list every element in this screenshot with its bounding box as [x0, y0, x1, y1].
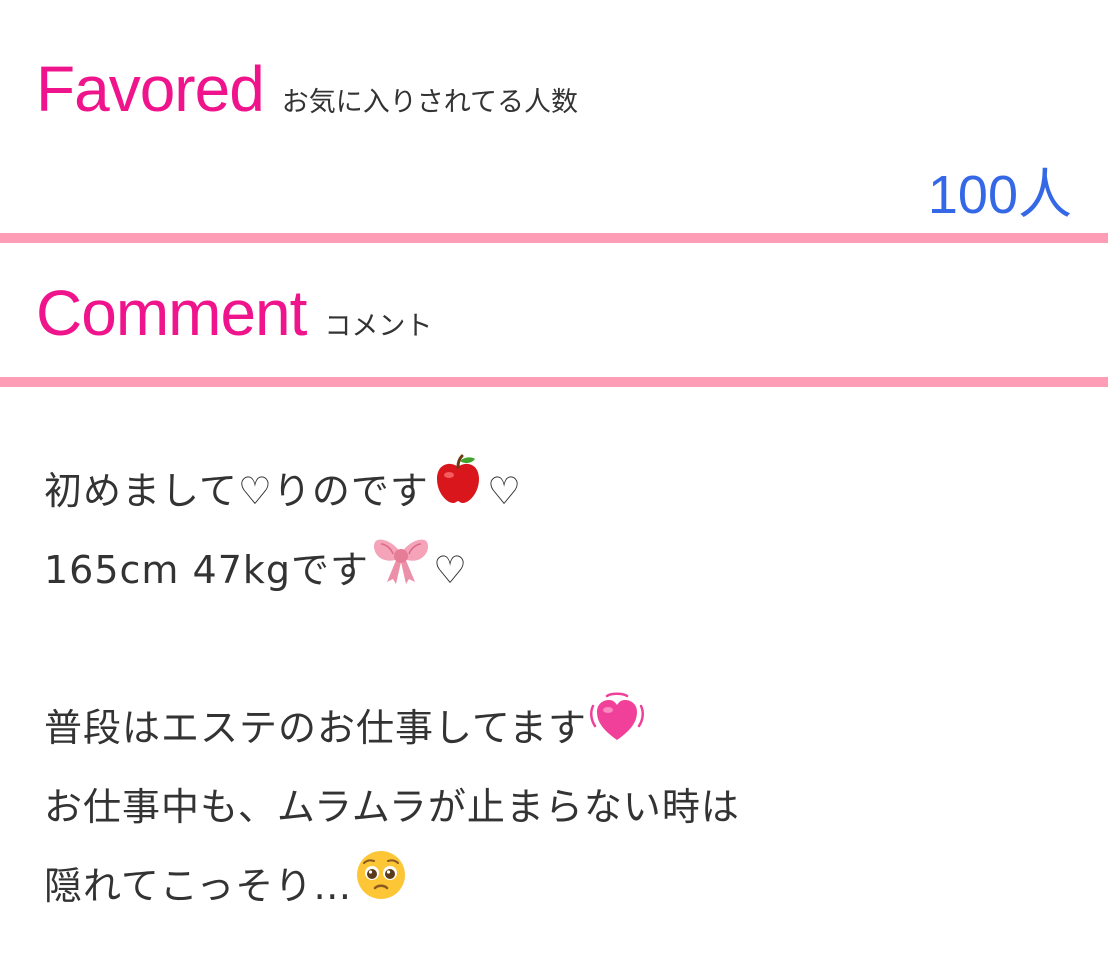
- comment-line-blank: [44, 610, 1064, 689]
- favored-subtitle: お気に入りされてる人数: [281, 87, 578, 118]
- favored-section-header: Favored お気に入りされてる人数: [36, 52, 578, 126]
- favored-count: 100人: [927, 165, 1072, 225]
- comment-line: 隠れてこっそり…: [44, 847, 1064, 926]
- comment-line: 初めまして♡りのです ♡: [44, 452, 1064, 531]
- section-divider: [0, 233, 1108, 243]
- heart-outline-text: ♡: [486, 469, 523, 513]
- profile-panel: Favored お気に入りされてる人数 100人 Comment コメント 初め…: [0, 0, 1108, 960]
- comment-line-text: 隠れてこっそり…: [44, 864, 353, 908]
- heart-outline-text: ♡: [433, 548, 469, 592]
- pleading-face-icon: [354, 848, 408, 929]
- comment-line: 165cm 47kgです ♡: [44, 531, 1064, 610]
- comment-subtitle: コメント: [324, 311, 433, 342]
- comment-body: 初めまして♡りのです ♡ 165cm 47kgです ♡ 普段はエステのお仕事して…: [44, 452, 1064, 926]
- apple-icon: [431, 453, 485, 534]
- comment-title: Comment: [36, 277, 307, 349]
- comment-line-text: 165cm 47kgです: [44, 548, 369, 592]
- comment-line-text: お仕事中も、ムラムラが止まらない時は: [44, 785, 740, 829]
- comment-line: 普段はエステのお仕事してます: [44, 689, 1064, 768]
- comment-line: お仕事中も、ムラムラが止まらない時は: [44, 768, 1064, 847]
- favored-title: Favored: [36, 53, 265, 125]
- comment-line-text: 初めまして♡りのです: [44, 469, 429, 513]
- comment-line-text: 普段はエステのお仕事してます: [44, 706, 587, 750]
- comment-section-header: Comment コメント: [36, 276, 432, 350]
- ribbon-icon: [371, 532, 431, 613]
- section-divider: [0, 377, 1108, 387]
- beating-heart-icon: [589, 690, 645, 771]
